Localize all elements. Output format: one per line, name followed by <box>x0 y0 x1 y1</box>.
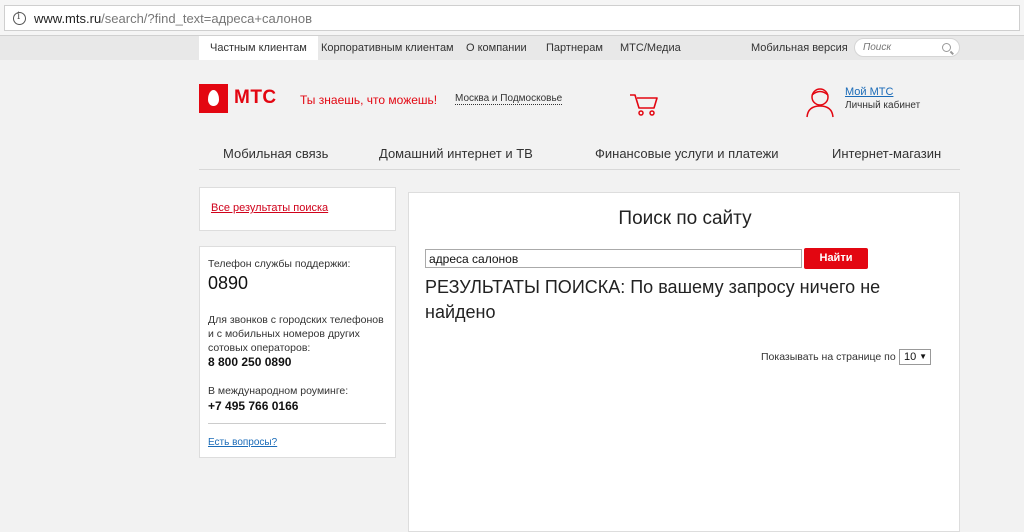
roaming-label: В международном роуминге: <box>208 385 349 397</box>
search-query-input[interactable] <box>425 249 802 268</box>
header: МТС Ты знаешь, что можешь! Москва и Подм… <box>0 60 1024 188</box>
calls-label: Для звонков с городских телефонов и с мо… <box>208 314 384 354</box>
roaming-number: +7 495 766 0166 <box>208 399 299 413</box>
tab-mts-media[interactable]: МТС/Медиа <box>620 36 681 60</box>
tab-private-clients[interactable]: Частным клиентам <box>199 36 318 60</box>
logo-text[interactable]: МТС <box>234 87 277 109</box>
support-number: 0890 <box>208 273 249 293</box>
result-message: РЕЗУЛЬТАТЫ ПОИСКА: По вашему запросу нич… <box>425 277 881 322</box>
tab-partners[interactable]: Партнерам <box>546 36 603 60</box>
slogan: Ты знаешь, что можешь! <box>300 93 438 107</box>
info-icon[interactable] <box>13 11 26 25</box>
region-selector[interactable]: Москва и Подмосковье <box>455 93 563 105</box>
logo-icon[interactable] <box>199 84 228 113</box>
main-nav: Мобильная связь Домашний интернет и ТВ Ф… <box>199 144 960 170</box>
nav-mobile[interactable]: Мобильная связь <box>223 146 328 161</box>
top-search <box>854 38 960 57</box>
all-results-link[interactable]: Все результаты поиска <box>211 202 328 214</box>
per-page-label: Показывать на странице по <box>761 351 896 363</box>
find-button[interactable]: Найти <box>804 248 868 269</box>
per-page-select[interactable]: 10 ▼ <box>899 349 931 365</box>
calls-number: 8 800 250 0890 <box>208 355 292 369</box>
user-icon[interactable] <box>804 84 836 118</box>
divider <box>208 423 386 424</box>
cart-icon[interactable] <box>628 91 660 117</box>
search-panel: Поиск по сайту Найти РЕЗУЛЬТАТЫ ПОИСКА: … <box>408 192 960 532</box>
tab-corporate-clients[interactable]: Корпоративным клиентам <box>321 36 454 60</box>
url-field[interactable]: www.mts.ru/search/?find_text=адреса+сало… <box>4 5 1020 31</box>
per-page-value: 10 <box>904 351 917 363</box>
tab-mobile-version[interactable]: Мобильная версия <box>751 36 848 60</box>
personal-cabinet-label[interactable]: Личный кабинет <box>845 100 920 111</box>
nav-home-internet[interactable]: Домашний интернет и ТВ <box>379 146 533 161</box>
url-host: www.mts.ru <box>34 10 102 26</box>
browser-address-bar: www.mts.ru/search/?find_text=адреса+сало… <box>0 0 1024 36</box>
chevron-down-icon: ▼ <box>919 352 927 361</box>
support-label: Телефон службы поддержки: <box>208 258 351 270</box>
nav-finance[interactable]: Финансовые услуги и платежи <box>595 146 779 161</box>
top-search-input[interactable] <box>863 42 937 53</box>
search-icon[interactable] <box>942 43 951 52</box>
all-results-card: Все результаты поиска <box>199 187 396 231</box>
page-title: Поиск по сайту <box>618 208 752 229</box>
nav-shop[interactable]: Интернет-магазин <box>832 146 941 161</box>
my-mts-link[interactable]: Мой МТС <box>845 86 893 98</box>
top-nav: Частным клиентам Корпоративным клиентам … <box>0 36 1024 60</box>
support-card: Телефон службы поддержки: 0890 Для звонк… <box>199 246 396 458</box>
questions-link[interactable]: Есть вопросы? <box>208 437 277 448</box>
tab-about[interactable]: О компании <box>466 36 527 60</box>
url-path: /search/?find_text=адреса+салонов <box>101 10 312 26</box>
